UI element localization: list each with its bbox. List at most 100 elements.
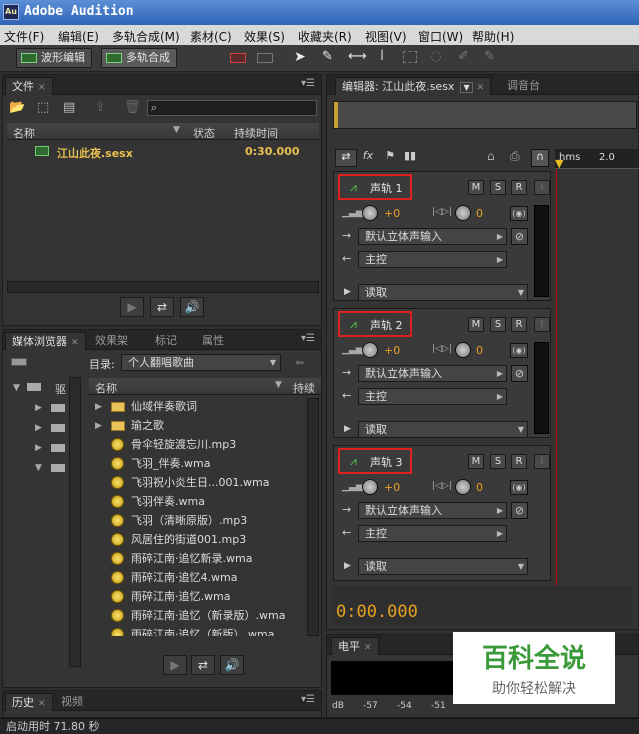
file-row[interactable]: 江山此夜.sesx 0:30.000 (7, 143, 319, 161)
stereo-icon[interactable]: (◉) (510, 343, 528, 358)
menu-help[interactable]: 帮助(H) (472, 28, 514, 45)
play-button[interactable]: ▶ (163, 655, 187, 675)
media-vertical-scrollbar[interactable] (307, 398, 319, 636)
close-icon[interactable]: ✕ (38, 83, 46, 93)
automation-mode-select[interactable]: 读取 ▼ (358, 284, 528, 301)
list-item[interactable]: ▶ 仙域伴奏歌词 (89, 398, 304, 417)
open-folder-icon[interactable]: 📂 (9, 100, 25, 115)
tab-markers[interactable]: 标记 (149, 332, 183, 350)
list-item[interactable]: 飞羽伴奏.wma (89, 493, 304, 512)
chevron-down-icon[interactable]: ▼ (460, 82, 473, 93)
menu-effects[interactable]: 效果(S) (244, 28, 285, 45)
stereo-icon[interactable]: (◉) (510, 480, 528, 495)
automation-mode-select[interactable]: 读取 ▼ (358, 558, 528, 575)
tab-media-browser[interactable]: 媒体浏览器 ✕ (5, 332, 86, 350)
pan-knob[interactable] (455, 205, 471, 221)
list-item[interactable]: 飞羽_伴奏.wma (89, 455, 304, 474)
brush-tool-icon[interactable]: ✐ (458, 49, 469, 64)
tab-effects-rack[interactable]: 效果架 (89, 332, 134, 350)
metronome-icon[interactable]: ⌂ (487, 149, 495, 163)
record-button[interactable]: R (511, 180, 527, 195)
panel-menu-icon[interactable]: ▾☰ (301, 333, 315, 344)
list-item[interactable]: 飞羽祝小炎生日...001.wma (89, 474, 304, 493)
output-select[interactable]: 主控 ▶ (358, 525, 507, 542)
swap-icon[interactable]: ⇄ (335, 149, 357, 167)
tab-history[interactable]: 历史 ✕ (5, 693, 53, 711)
pan-knob[interactable] (455, 342, 471, 358)
record-button[interactable]: R (511, 454, 527, 469)
send-icon[interactable]: ⚑ (380, 149, 400, 167)
new-file-icon[interactable]: ▤ (63, 100, 75, 115)
directory-select[interactable]: 个人翻唱歌曲 ▼ (121, 354, 281, 371)
move-tool-icon[interactable]: ➤ (294, 49, 306, 65)
waveform-edit-button[interactable]: 波形编辑 (16, 48, 92, 68)
pitch-display-icon[interactable] (257, 53, 273, 63)
menu-favorites[interactable]: 收藏夹(R) (298, 28, 352, 45)
drive-icon[interactable] (11, 358, 27, 366)
volume-value[interactable]: +0 (384, 207, 400, 220)
phase-invert-icon[interactable]: ⊘ (511, 502, 528, 519)
expand-icon[interactable]: ▶ (344, 424, 351, 434)
menu-file[interactable]: 文件(F) (4, 28, 44, 45)
expand-icon[interactable]: ▶ (95, 417, 102, 435)
phase-invert-icon[interactable]: ⊘ (511, 228, 528, 245)
list-item[interactable]: 骨伞轻旋渡忘川.mp3 (89, 436, 304, 455)
output-select[interactable]: 主控 ▶ (358, 388, 507, 405)
list-item[interactable]: 雨碎江南·追忆（新版）.wma (89, 626, 304, 636)
solo-button[interactable]: S (490, 180, 506, 195)
current-time[interactable]: 0:00.000 (336, 602, 418, 622)
close-icon[interactable]: ✕ (364, 643, 372, 653)
output-select[interactable]: 主控 ▶ (358, 251, 507, 268)
volume-knob[interactable] (362, 205, 378, 221)
pan-knob[interactable] (455, 479, 471, 495)
col-duration[interactable]: 持续时间 (234, 125, 278, 141)
track-name-box[interactable]: ⩘ 声轨 2 (338, 311, 412, 337)
autoplay-speaker-button[interactable]: 🔊 (180, 297, 204, 317)
panel-menu-icon[interactable]: ▾☰ (301, 78, 315, 89)
expand-icon[interactable]: ▶ (344, 561, 351, 571)
back-arrow-icon[interactable]: ⬅ (295, 356, 304, 369)
files-search-input[interactable]: ⌕ (147, 100, 317, 116)
expand-icon[interactable]: ▶ (95, 398, 102, 416)
panel-menu-icon[interactable]: ▾☰ (301, 694, 315, 705)
spectral-display-icon[interactable] (230, 53, 246, 63)
solo-button[interactable]: S (490, 454, 506, 469)
tab-levels[interactable]: 电平 ✕ (331, 637, 379, 655)
phase-invert-icon[interactable]: ⊘ (511, 365, 528, 382)
pan-value[interactable]: 0 (476, 481, 483, 494)
input-monitor-button[interactable]: I (534, 180, 550, 195)
col-name[interactable]: 名称 (13, 125, 35, 141)
tab-files[interactable]: 文件 ✕ (5, 77, 53, 95)
menu-multitrack[interactable]: 多轨合成(M) (112, 28, 180, 45)
overview-navigator[interactable] (333, 101, 637, 129)
tree-expand-icon[interactable]: ▶ (35, 403, 42, 413)
tree-expand-icon[interactable]: ▼ (13, 383, 20, 393)
stereo-icon[interactable]: (◉) (510, 206, 528, 221)
time-selection-tool-icon[interactable]: I (380, 48, 384, 64)
spot-healing-tool-icon[interactable]: ✎ (484, 49, 495, 64)
menu-clip[interactable]: 素材(C) (190, 28, 232, 45)
mute-button[interactable]: M (468, 180, 484, 195)
list-item[interactable]: 飞羽（清晰原版）.mp3 (89, 512, 304, 531)
close-icon[interactable]: ✕ (477, 83, 485, 93)
solo-button[interactable]: S (490, 317, 506, 332)
loop-button[interactable]: ⇄ (150, 297, 174, 317)
volume-value[interactable]: +0 (384, 481, 400, 494)
mute-button[interactable]: M (468, 317, 484, 332)
menu-view[interactable]: 视图(V) (365, 28, 407, 45)
loop-button[interactable]: ⇄ (191, 655, 215, 675)
tab-video[interactable]: 视频 (55, 693, 89, 711)
input-monitor-button[interactable]: I (534, 454, 550, 469)
pan-value[interactable]: 0 (476, 207, 483, 220)
razor-tool-icon[interactable]: ✎ (322, 49, 333, 64)
menu-window[interactable]: 窗口(W) (418, 28, 463, 45)
files-horizontal-scrollbar[interactable] (7, 281, 319, 293)
expand-icon[interactable]: ▶ (344, 287, 351, 297)
list-item[interactable]: 雨碎江南·追忆（新录版）.wma (89, 607, 304, 626)
list-item[interactable]: 雨碎江南·追忆.wma (89, 588, 304, 607)
track-name-box[interactable]: ⩘ 声轨 1 (338, 174, 412, 200)
record-button[interactable]: R (511, 317, 527, 332)
automation-mode-select[interactable]: 读取 ▼ (358, 421, 528, 438)
tab-properties[interactable]: 属性 (196, 332, 230, 350)
fx-icon[interactable]: fx (358, 149, 378, 167)
